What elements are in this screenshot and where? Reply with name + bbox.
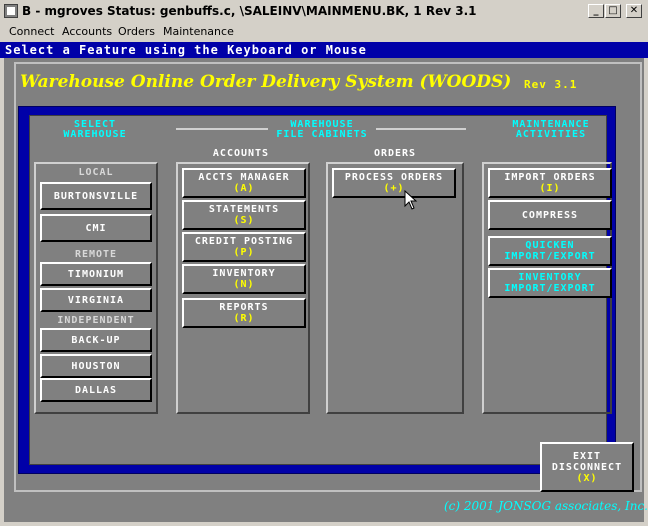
file-cabinets-heading: WAREHOUSE FILE CABINETS — [240, 120, 404, 140]
exit-label-line1: EXIT — [572, 450, 602, 462]
warehouse-virginia-label: VIRGINIA — [67, 294, 125, 306]
status-line: Select a Feature using the Keyboard or M… — [0, 42, 648, 58]
process-orders-hotkey: (+) — [383, 183, 405, 194]
accts-manager-label: ACCTS MANAGER — [198, 172, 290, 183]
process-orders-label: PROCESS ORDERS — [344, 172, 444, 183]
inventory-button[interactable]: INVENTORY (N) — [182, 264, 306, 294]
maintenance-heading-line2: ACTIVITIES — [515, 129, 587, 140]
warehouse-button-houston[interactable]: HOUSTON — [40, 354, 152, 378]
exit-label-line2: DISCONNECT — [551, 461, 623, 473]
exit-disconnect-button[interactable]: EXIT DISCONNECT (X) — [540, 442, 634, 492]
maintenance-heading: MAINTENANCE ACTIVITIES — [486, 120, 616, 140]
quicken-import-export-button[interactable]: QUICKEN IMPORT/EXPORT — [488, 236, 612, 266]
orders-column-header: ORDERS — [373, 148, 417, 159]
reports-button[interactable]: REPORTS (R) — [182, 298, 306, 328]
statements-button[interactable]: STATEMENTS (S) — [182, 200, 306, 230]
statements-hotkey: (S) — [233, 215, 255, 226]
warehouse-timonium-label: TIMONIUM — [67, 268, 125, 280]
warehouse-button-burtonsville[interactable]: BURTONSVILLE — [40, 182, 152, 210]
warehouse-button-dallas[interactable]: DALLAS — [40, 378, 152, 402]
window-titlebar: B - mgroves Status: genbuffs.c, \SALEINV… — [0, 0, 648, 24]
main-panel-border: SELECT WAREHOUSE WAREHOUSE FILE CABINETS… — [18, 106, 616, 474]
select-warehouse-heading: SELECT WAREHOUSE — [30, 120, 160, 140]
credit-posting-button[interactable]: CREDIT POSTING (P) — [182, 232, 306, 262]
compress-label: COMPRESS — [521, 209, 579, 221]
local-label: LOCAL — [78, 167, 114, 178]
warehouse-back-up-label: BACK-UP — [71, 334, 121, 346]
accounts-column-header: ACCOUNTS — [212, 148, 270, 159]
reports-hotkey: (R) — [233, 313, 255, 324]
file-cabinets-heading-line2: FILE CABINETS — [276, 129, 368, 140]
inventory-hotkey: (N) — [233, 279, 255, 290]
app-title: Warehouse Online Order Delivery System (… — [20, 72, 512, 92]
window-title: B - mgroves Status: genbuffs.c, \SALEINV… — [22, 4, 477, 18]
inventory-ie-label-line2: IMPORT/EXPORT — [504, 283, 596, 294]
remote-label: REMOTE — [74, 249, 118, 260]
close-button[interactable]: ✕ — [626, 4, 642, 18]
inventory-label: INVENTORY — [212, 268, 276, 279]
menu-bar: Connect Accounts Orders Maintenance — [0, 24, 648, 42]
main-panel: SELECT WAREHOUSE WAREHOUSE FILE CABINETS… — [29, 115, 612, 465]
app-window-icon — [4, 4, 18, 18]
select-warehouse-heading-line2: WAREHOUSE — [63, 129, 127, 140]
quicken-label-line2: IMPORT/EXPORT — [504, 251, 596, 262]
reports-label: REPORTS — [219, 302, 269, 313]
accts-manager-hotkey: (A) — [233, 183, 255, 194]
warehouse-dallas-label: DALLAS — [74, 384, 118, 396]
import-orders-label: IMPORT ORDERS — [504, 172, 596, 183]
maximize-button[interactable]: □ — [605, 4, 621, 18]
warehouse-button-cmi[interactable]: CMI — [40, 214, 152, 242]
credit-posting-label: CREDIT POSTING — [194, 236, 294, 247]
process-orders-button[interactable]: PROCESS ORDERS (+) — [332, 168, 456, 198]
inventory-import-export-button[interactable]: INVENTORY IMPORT/EXPORT — [488, 268, 612, 298]
accts-manager-button[interactable]: ACCTS MANAGER (A) — [182, 168, 306, 198]
orders-group — [326, 162, 464, 414]
credit-posting-hotkey: (P) — [233, 247, 255, 258]
warehouse-burtonsville-label: BURTONSVILLE — [53, 190, 139, 202]
app-revision: Rev 3.1 — [524, 78, 578, 91]
app-area: Warehouse Online Order Delivery System (… — [4, 58, 648, 522]
warehouse-button-back-up[interactable]: BACK-UP — [40, 328, 152, 352]
inventory-ie-label-line1: INVENTORY — [518, 272, 582, 283]
import-orders-hotkey: (I) — [539, 183, 561, 194]
statements-label: STATEMENTS — [208, 204, 280, 215]
copyright-text: (c) 2001 JONSOG associates, Inc. — [444, 499, 648, 513]
warehouse-button-timonium[interactable]: TIMONIUM — [40, 262, 152, 286]
warehouse-houston-label: HOUSTON — [71, 360, 121, 372]
mouse-pointer-icon — [404, 189, 418, 210]
warehouse-cmi-label: CMI — [85, 222, 107, 234]
menu-accounts[interactable]: Accounts — [62, 25, 112, 38]
independent-label: INDEPENDENT — [57, 315, 135, 326]
exit-hotkey: (X) — [576, 472, 598, 484]
warehouse-button-virginia[interactable]: VIRGINIA — [40, 288, 152, 312]
quicken-label-line1: QUICKEN — [525, 240, 575, 251]
import-orders-button[interactable]: IMPORT ORDERS (I) — [488, 168, 612, 198]
minimize-button[interactable]: _ — [588, 4, 604, 18]
compress-button[interactable]: COMPRESS — [488, 200, 612, 230]
menu-connect[interactable]: Connect — [9, 25, 54, 38]
menu-maintenance[interactable]: Maintenance — [163, 25, 234, 38]
menu-orders[interactable]: Orders — [118, 25, 155, 38]
